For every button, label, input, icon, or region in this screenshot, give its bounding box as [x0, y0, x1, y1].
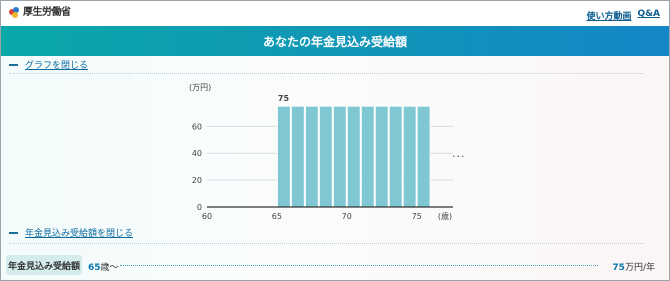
link-qa[interactable]: Q&A [638, 9, 660, 22]
top-bar: 厚生労働省 使い方動画 Q&A [1, 1, 669, 26]
graph-toggle[interactable]: グラフを閉じる [9, 58, 88, 71]
collapse-icon [9, 231, 18, 234]
link-how-to-video[interactable]: 使い方動画 [587, 9, 632, 22]
logo-text: 厚生労働省 [23, 6, 71, 18]
summary-start: 65 歳〜 [88, 260, 119, 273]
chart-bar [388, 105, 403, 208]
amount-toggle-label: 年金見込み受給額を閉じる [25, 229, 134, 239]
x-tick-label: 60 [202, 212, 212, 221]
page-title: あなたの年金見込み受給額 [262, 34, 407, 49]
chart-bar [276, 105, 291, 208]
chart-bar [332, 105, 347, 208]
chart-bar [402, 105, 417, 208]
amount-unit: 万円/年 [624, 263, 655, 273]
y-tick-label: 0 [197, 203, 202, 212]
chart-bar [318, 105, 333, 208]
chart-bar [374, 105, 389, 208]
y-tick-label: 60 [192, 122, 202, 131]
summary-amount: 75 万円/年 [612, 260, 655, 273]
y-axis-unit-label: (万円) [189, 83, 211, 92]
x-tick-label: 70 [342, 212, 352, 221]
y-tick-label: 40 [192, 149, 202, 158]
ministry-logo[interactable]: 厚生労働省 [9, 7, 71, 18]
start-age-suffix: 歳〜 [100, 263, 119, 273]
chart-bar [290, 105, 305, 208]
summary-leader-line [120, 265, 598, 266]
amount-value: 75 [612, 263, 625, 273]
graph-toggle-label: グラフを閉じる [25, 61, 89, 71]
bar-data-label: 75 [278, 94, 290, 103]
logo-mark-icon [9, 7, 20, 18]
top-links: 使い方動画 Q&A [587, 9, 660, 22]
amount-toggle[interactable]: 年金見込み受給額を閉じる [9, 226, 133, 239]
collapse-icon [9, 63, 18, 66]
chart-bar [346, 105, 361, 208]
chart-bar [360, 105, 375, 208]
x-tick-label: 75 [412, 212, 422, 221]
chart-svg: 0 20 40 60 (万円) 75 60 65 70 75 (歳) [189, 83, 453, 221]
section-divider [9, 243, 643, 244]
chart-bar [416, 105, 431, 208]
more-indicator[interactable]: ··· [452, 150, 466, 163]
summary-badge: 年金見込み受給額 [6, 255, 82, 275]
chart-bar [304, 105, 319, 208]
start-age: 65 [88, 263, 101, 273]
section-divider [9, 73, 643, 74]
page-header: あなたの年金見込み受給額 [1, 26, 669, 56]
x-axis-unit-label: (歳) [438, 211, 452, 221]
y-tick-label: 20 [192, 176, 202, 185]
pension-chart: 0 20 40 60 (万円) 75 60 65 70 75 (歳) [185, 78, 475, 228]
x-tick-label: 65 [272, 212, 282, 221]
